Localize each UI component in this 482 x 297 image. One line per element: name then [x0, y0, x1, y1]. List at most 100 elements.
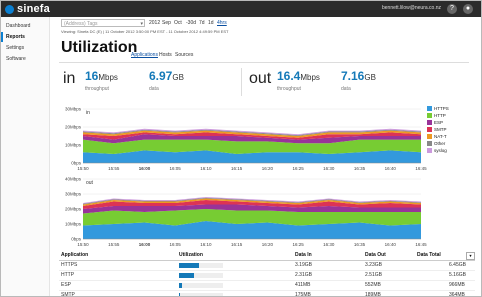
in-data-unit: GB: [172, 73, 184, 82]
x-tick-label: 16:45: [415, 242, 427, 247]
legend-swatch: [427, 127, 432, 132]
tab-sources[interactable]: Sources: [175, 52, 193, 58]
legend-item[interactable]: SMTP: [427, 126, 475, 133]
chart-legend: HTTPS HTTP ESP SMTP NAT-T Other syslog: [427, 105, 475, 154]
legend-label: ESP: [434, 120, 444, 125]
sinefa-logo-icon: [5, 4, 14, 14]
legend-label: SMTP: [434, 127, 447, 132]
header-data-out[interactable]: Data Out: [365, 251, 386, 260]
x-tick-label: 16:05: [170, 242, 182, 247]
legend-swatch: [427, 106, 432, 111]
out-data-unit: GB: [364, 73, 376, 82]
viewing-range-text: Viewing: Sinefa DC (E) | 11 October 2012…: [61, 29, 229, 34]
sidebar: Dashboard Reports Settings Software: [1, 17, 50, 296]
out-label: out: [249, 70, 272, 87]
x-tick-label: 16:25: [292, 166, 304, 171]
chart-svg: 0bps 10Mbps 20Mbps 30Mbps 40Mbps 15:50 15:55 16…: [65, 177, 427, 248]
x-tick-label: 16:25: [292, 242, 304, 247]
legend-label: NAT-T: [434, 134, 447, 139]
utilization-bar: [179, 263, 223, 268]
out-throughput-unit: Mbps: [300, 73, 320, 82]
x-tick-label: 16:15: [231, 242, 243, 247]
x-tick-label: 16:05: [170, 166, 182, 171]
out-throughput-value: 16.4: [277, 69, 301, 83]
x-tick-label: 15:50: [77, 242, 89, 247]
out-utilization-chart[interactable]: 0bps 10Mbps 20Mbps 30Mbps 40Mbps 15:50 15:55 16…: [53, 173, 479, 251]
sidebar-item-settings[interactable]: Settings: [1, 43, 49, 53]
sidebar-item-software[interactable]: Software: [1, 54, 49, 64]
y-tick-label: 30Mbps: [65, 192, 82, 197]
cell-application: ESP: [61, 282, 72, 288]
chart-title: in: [86, 110, 90, 116]
sort-icon[interactable]: ▾: [466, 252, 475, 260]
user-email[interactable]: bennett.lilow@neura.co.nz: [382, 5, 441, 11]
cell-data-total: 6.45GB: [449, 262, 466, 268]
x-tick-label: 16:10: [200, 242, 212, 247]
legend-swatch: [427, 134, 432, 139]
x-tick-label: 15:50: [77, 166, 89, 171]
sidebar-item-reports[interactable]: Reports: [1, 32, 49, 42]
in-data-value: 6.97: [149, 69, 173, 83]
in-data: 6.97GB: [149, 69, 184, 83]
legend-item[interactable]: NAT-T: [427, 133, 475, 140]
chevron-down-icon[interactable]: ▾: [140, 20, 143, 28]
range-sep[interactable]: Sep: [162, 20, 171, 26]
y-tick-label: 20Mbps: [65, 207, 82, 212]
cell-data-in: 411MB: [295, 282, 311, 288]
range-oct[interactable]: Oct: [174, 20, 182, 26]
range-2012[interactable]: 2012: [149, 20, 160, 26]
table-row[interactable]: HTTPS 3.19GB 3.23GB 6.45GB: [59, 261, 475, 271]
top-bar: sinefa bennett.lilow@neura.co.nz ? ●: [1, 1, 481, 17]
sidebar-item-dashboard[interactable]: Dashboard: [1, 21, 49, 31]
utilization-bar: [179, 293, 223, 296]
chart-svg: 0bps 10Mbps 20Mbps 30Mbps 15:50 15:55 16:00 16:…: [65, 107, 427, 172]
range-7d[interactable]: 7d: [199, 20, 205, 26]
table-row[interactable]: ESP 411MB 552MB 966MB: [59, 281, 475, 291]
header-utilization[interactable]: Utilization: [179, 251, 203, 260]
header-data-in[interactable]: Data In: [295, 251, 312, 260]
range-30d[interactable]: -30d: [186, 20, 196, 26]
area-series-https[interactable]: [83, 221, 421, 239]
legend-swatch: [427, 113, 432, 118]
table-header: Application Utilization Data In Data Out…: [59, 251, 475, 261]
in-throughput: 16Mbps: [85, 69, 118, 83]
logo[interactable]: sinefa: [5, 3, 50, 15]
in-utilization-chart[interactable]: 0bps 10Mbps 20Mbps 30Mbps 15:50 15:55 16:00 16:…: [53, 103, 479, 175]
legend-item[interactable]: HTTPS: [427, 105, 475, 112]
table-row[interactable]: SMTP 175MB 189MB 364MB: [59, 291, 475, 297]
tab-applications[interactable]: Applications: [131, 52, 158, 58]
legend-item[interactable]: HTTP: [427, 112, 475, 119]
in-label: in: [63, 70, 76, 87]
header-application[interactable]: Application: [61, 251, 88, 260]
question-icon[interactable]: ?: [447, 4, 457, 14]
cell-data-in: 2.31GB: [295, 272, 312, 278]
y-tick-label: 10Mbps: [65, 222, 82, 227]
tab-hosts[interactable]: Hosts: [159, 52, 172, 58]
range-4hrs[interactable]: 4hrs: [217, 20, 227, 26]
tag-filter-placeholder: (Address) Tags: [64, 21, 98, 27]
legend-item[interactable]: Other: [427, 140, 475, 147]
y-tick-label: 0bps: [71, 237, 82, 242]
cell-data-out: 189MB: [365, 292, 381, 297]
header-data-total[interactable]: Data Total: [417, 251, 441, 260]
cell-data-out: 3.23GB: [365, 262, 382, 268]
out-throughput: 16.4Mbps: [277, 69, 320, 83]
legend-item[interactable]: syslog: [427, 147, 475, 154]
table-row[interactable]: HTTP 2.31GB 2.51GB 5.16GB: [59, 271, 475, 281]
tag-filter-input[interactable]: (Address) Tags ▾: [61, 19, 145, 27]
chart-title: out: [86, 180, 94, 186]
range-1d[interactable]: 1d: [208, 20, 214, 26]
page-title: Utilization: [61, 39, 138, 56]
y-tick-label: 10Mbps: [65, 143, 82, 148]
user-icon[interactable]: ●: [463, 4, 473, 14]
utilization-bar-fill: [179, 273, 195, 278]
utilization-bar: [179, 273, 223, 278]
legend-item[interactable]: ESP: [427, 119, 475, 126]
in-throughput-value: 16: [85, 69, 99, 83]
cell-application: HTTP: [61, 272, 75, 278]
x-tick-label: 16:20: [262, 242, 274, 247]
x-tick-label: 16:15: [231, 166, 243, 171]
out-data: 7.16GB: [341, 69, 376, 83]
cell-data-out: 552MB: [365, 282, 381, 288]
utilization-bar: [179, 283, 223, 288]
